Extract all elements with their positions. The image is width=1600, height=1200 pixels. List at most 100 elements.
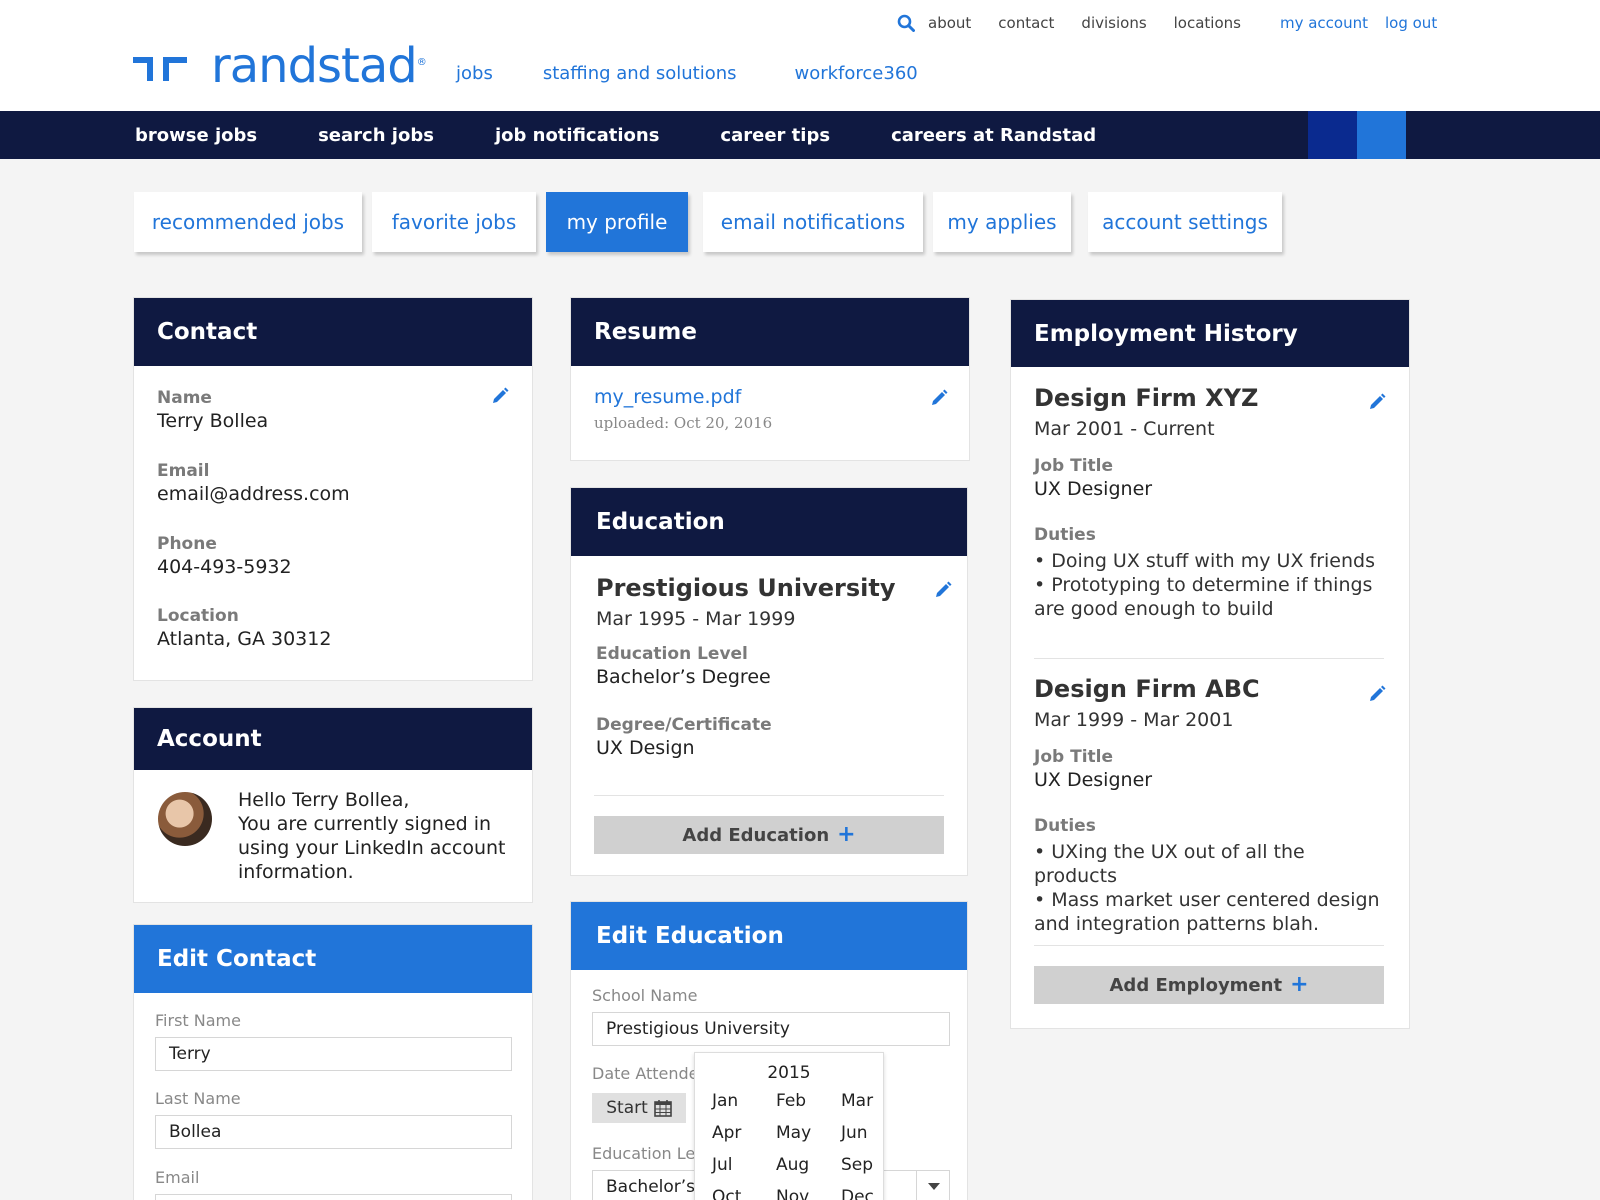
start-date-button[interactable]: Start bbox=[592, 1093, 686, 1123]
calendar-icon bbox=[653, 1100, 672, 1117]
edit-contact-card: Edit Contact First Name Terry Last Name … bbox=[134, 925, 532, 1200]
month-option[interactable]: Sep bbox=[841, 1155, 873, 1175]
nav-career-tips[interactable]: career tips bbox=[720, 125, 830, 146]
resume-file-link[interactable]: my_resume.pdf bbox=[594, 386, 741, 408]
duties-list: • UXing the UX out of all the products •… bbox=[1034, 840, 1384, 936]
last-name-input[interactable]: Bollea bbox=[155, 1115, 512, 1149]
contact-phone-label: Phone bbox=[157, 534, 217, 554]
contact-email-value: email@address.com bbox=[157, 483, 350, 505]
school-name-label: School Name bbox=[592, 986, 698, 1005]
month-option[interactable]: Apr bbox=[712, 1123, 741, 1143]
duty-line: are good enough to build bbox=[1034, 598, 1274, 620]
tab-my-profile[interactable]: my profile bbox=[546, 192, 688, 252]
first-name-label: First Name bbox=[155, 1011, 241, 1030]
chevron-down-icon[interactable] bbox=[916, 1170, 950, 1200]
nav-link-locations[interactable]: locations bbox=[1174, 14, 1241, 32]
nav-link-contact[interactable]: contact bbox=[998, 14, 1054, 32]
school-name-input[interactable]: Prestigious University bbox=[592, 1012, 950, 1046]
month-option[interactable]: Oct bbox=[712, 1187, 741, 1200]
resume-card-title: Resume bbox=[571, 298, 969, 366]
edit-education-pencil-icon[interactable] bbox=[933, 580, 953, 600]
contact-card: Contact Name Terry Bollea Email email@ad… bbox=[134, 298, 532, 680]
job-title-label: Job Title bbox=[1034, 456, 1113, 476]
education-level-field-label: Education Lev bbox=[592, 1144, 705, 1163]
month-picker-year[interactable]: 2015 bbox=[695, 1063, 883, 1083]
contact-name-value: Terry Bollea bbox=[157, 410, 269, 432]
duty-line: • UXing the UX out of all the products bbox=[1034, 841, 1305, 887]
duties-label: Duties bbox=[1034, 525, 1096, 545]
main-nav-staffing[interactable]: staffing and solutions bbox=[543, 63, 737, 84]
contact-card-title: Contact bbox=[134, 298, 532, 366]
edit-contact-title: Edit Contact bbox=[134, 925, 532, 993]
contact-email-label: Email bbox=[157, 461, 210, 481]
month-option[interactable]: Jan bbox=[712, 1091, 738, 1111]
brand-name: randstad bbox=[211, 38, 418, 94]
email-field[interactable] bbox=[155, 1194, 512, 1200]
job-title-label: Job Title bbox=[1034, 747, 1113, 767]
account-message-line: Hello Terry Bollea, bbox=[238, 789, 410, 811]
employer-name: Design Firm ABC bbox=[1034, 675, 1260, 703]
randstad-logo[interactable]: randstad ® bbox=[133, 42, 427, 90]
month-option[interactable]: Dec bbox=[841, 1187, 874, 1200]
education-degree-value: UX Design bbox=[596, 737, 695, 759]
account-card-title: Account bbox=[134, 708, 532, 770]
tab-recommended-jobs[interactable]: recommended jobs bbox=[134, 192, 362, 252]
month-option[interactable]: May bbox=[776, 1123, 811, 1143]
edit-education-title: Edit Education bbox=[571, 902, 967, 970]
tab-favorite-jobs[interactable]: favorite jobs bbox=[372, 192, 536, 252]
education-level-label: Education Level bbox=[596, 644, 748, 664]
contact-email-field: Email email@address.com bbox=[157, 461, 350, 505]
add-employment-label: Add Employment bbox=[1109, 974, 1283, 996]
education-degree-label: Degree/Certificate bbox=[596, 715, 772, 735]
main-nav: jobs staffing and solutions workforce360 bbox=[456, 63, 968, 84]
account-message: Hello Terry Bollea, You are currently si… bbox=[238, 788, 505, 884]
month-option[interactable]: Mar bbox=[841, 1091, 873, 1111]
contact-name-field: Name Terry Bollea bbox=[157, 388, 268, 432]
month-option[interactable]: Feb bbox=[776, 1091, 806, 1111]
month-option[interactable]: Aug bbox=[776, 1155, 809, 1175]
education-level-value: Bachelor’s Degree bbox=[596, 666, 771, 688]
add-education-label: Add Education bbox=[682, 824, 830, 846]
randstad-logo-mark-icon bbox=[133, 57, 187, 81]
site-header: randstad ® about contact divisions locati… bbox=[0, 0, 1600, 111]
nav-careers-at-randstad[interactable]: careers at Randstad bbox=[891, 125, 1096, 146]
nav-link-about[interactable]: about bbox=[928, 14, 971, 32]
month-option[interactable]: Nov bbox=[776, 1187, 809, 1200]
tab-my-applies[interactable]: my applies bbox=[933, 192, 1071, 252]
contact-location-value: Atlanta, GA 30312 bbox=[157, 628, 332, 650]
account-card: Account Hello Terry Bollea, You are curr… bbox=[134, 708, 532, 902]
main-nav-workforce360[interactable]: workforce360 bbox=[795, 63, 918, 84]
nav-browse-jobs[interactable]: browse jobs bbox=[135, 125, 257, 146]
tab-email-notifications[interactable]: email notifications bbox=[703, 192, 923, 252]
edit-contact-pencil-icon[interactable] bbox=[490, 386, 510, 406]
search-icon[interactable] bbox=[897, 14, 915, 32]
edit-resume-pencil-icon[interactable] bbox=[929, 388, 949, 408]
contact-phone-value: 404-493-5932 bbox=[157, 556, 292, 578]
add-employment-button[interactable]: Add Employment + bbox=[1034, 966, 1384, 1004]
nav-search-jobs[interactable]: search jobs bbox=[318, 125, 434, 146]
nav-job-notifications[interactable]: job notifications bbox=[495, 125, 659, 146]
employment-divider bbox=[1034, 945, 1384, 946]
tab-account-settings[interactable]: account settings bbox=[1088, 192, 1282, 252]
education-card: Education Prestigious University Mar 199… bbox=[571, 488, 967, 875]
employment-divider bbox=[1034, 658, 1384, 659]
contact-location-field: Location Atlanta, GA 30312 bbox=[157, 606, 331, 650]
month-option[interactable]: Jun bbox=[841, 1123, 868, 1143]
month-option[interactable]: Jul bbox=[712, 1155, 733, 1175]
education-level-select-value: Bachelor’s bbox=[606, 1177, 696, 1197]
education-school-name: Prestigious University bbox=[596, 574, 896, 602]
secondary-nav-bar: browse jobs search jobs job notification… bbox=[0, 111, 1600, 159]
account-message-line: using your LinkedIn account bbox=[238, 837, 506, 859]
nav-link-divisions[interactable]: divisions bbox=[1081, 14, 1146, 32]
add-education-button[interactable]: Add Education + bbox=[594, 816, 944, 854]
nav-accent-block-blue[interactable] bbox=[1357, 111, 1406, 159]
duty-line: • Doing UX stuff with my UX friends bbox=[1034, 550, 1375, 572]
employment-dates: Mar 1999 - Mar 2001 bbox=[1034, 709, 1234, 731]
first-name-input[interactable]: Terry bbox=[155, 1037, 512, 1071]
education-divider bbox=[594, 795, 944, 796]
my-account-link[interactable]: my account bbox=[1280, 14, 1368, 32]
duties-list: • Doing UX stuff with my UX friends • Pr… bbox=[1034, 549, 1384, 621]
education-card-title: Education bbox=[571, 488, 967, 556]
log-out-link[interactable]: log out bbox=[1385, 14, 1437, 32]
main-nav-jobs[interactable]: jobs bbox=[456, 63, 493, 84]
